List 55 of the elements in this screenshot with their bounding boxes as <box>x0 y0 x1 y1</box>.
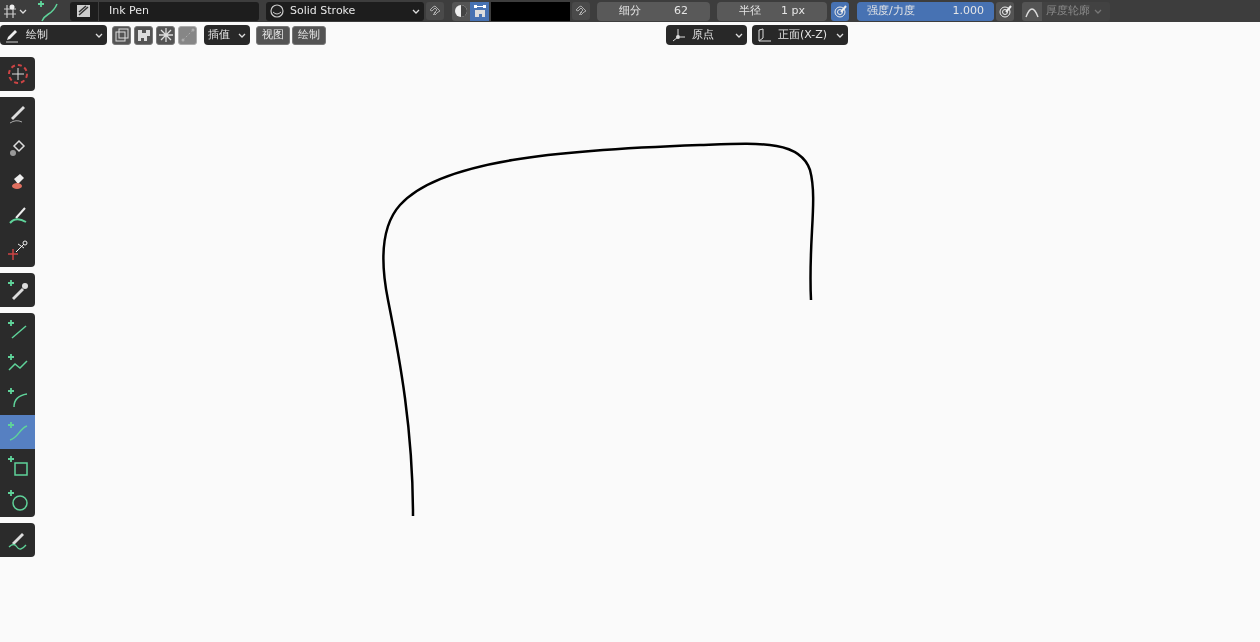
rectangle-icon <box>5 454 30 478</box>
circle-icon <box>5 488 30 512</box>
stroke-placement-button[interactable] <box>452 1 470 21</box>
field-label: 半径 <box>739 2 761 19</box>
arc-icon <box>5 386 30 410</box>
layers-icon <box>113 27 130 43</box>
field-value: 1.000 <box>952 2 984 19</box>
half-circle-icon <box>454 4 468 18</box>
cursor-icon <box>5 62 30 86</box>
subdivisions-field[interactable]: 细分 62 <box>597 1 710 21</box>
pressure-toggle[interactable] <box>996 1 1014 21</box>
menu-button[interactable]: 绘制 <box>292 25 326 45</box>
pressure-toggle[interactable] <box>831 1 849 21</box>
pen-pressure-icon <box>998 4 1012 18</box>
material-dropdown[interactable]: Solid Stroke <box>266 1 424 21</box>
caret-icon <box>412 8 420 14</box>
plane-icon <box>756 27 772 43</box>
pen-pressure-icon <box>833 4 847 18</box>
cursor-grid-icon <box>1 3 18 19</box>
field-value: 1 px <box>781 2 805 19</box>
interpolate-dropdown[interactable]: 插值 <box>204 25 250 45</box>
menu-button[interactable]: 视图 <box>256 25 290 45</box>
field-label: 细分 <box>619 2 641 19</box>
material-name: Solid Stroke <box>290 2 357 19</box>
scissors-icon <box>5 238 30 262</box>
origin-dropdown[interactable]: 原点 <box>666 25 747 45</box>
curve-icon <box>5 420 30 444</box>
view-plane-dropdown[interactable]: 正面(X-Z) <box>752 25 848 45</box>
radius-field[interactable]: 半径 1 px <box>717 1 827 21</box>
sphere-icon <box>270 4 284 18</box>
axes-icon <box>670 27 686 43</box>
caret-icon <box>238 32 246 38</box>
mask-icon <box>135 27 152 43</box>
brush-field[interactable]: Ink Pen <box>70 1 259 21</box>
caret-icon <box>1094 8 1102 14</box>
brush-name: Ink Pen <box>98 1 150 21</box>
pencil-icon <box>4 27 20 43</box>
field-label: 强度/力度 <box>867 2 915 19</box>
snowflake-icon <box>157 27 174 43</box>
caret-icon <box>95 32 103 38</box>
mode-dropdown[interactable]: 绘制 <box>0 25 107 45</box>
stroke-toggle[interactable] <box>470 1 489 21</box>
nodes-icon <box>472 4 487 18</box>
eyedropper-icon <box>5 278 30 302</box>
caret-icon <box>735 32 743 38</box>
mask-toggle[interactable] <box>156 25 175 45</box>
caret-icon <box>836 32 844 38</box>
field-value: 62 <box>674 2 688 19</box>
strength-slider[interactable]: 强度/力度 1.000 <box>857 1 994 21</box>
mask-toggle[interactable] <box>112 25 131 45</box>
mask-toggle[interactable] <box>134 25 153 45</box>
caret-icon <box>18 8 27 14</box>
color-swatch[interactable] <box>491 1 570 21</box>
dotted-line-icon <box>179 27 196 43</box>
dropdown-label: 厚度轮廓 <box>1046 2 1090 19</box>
